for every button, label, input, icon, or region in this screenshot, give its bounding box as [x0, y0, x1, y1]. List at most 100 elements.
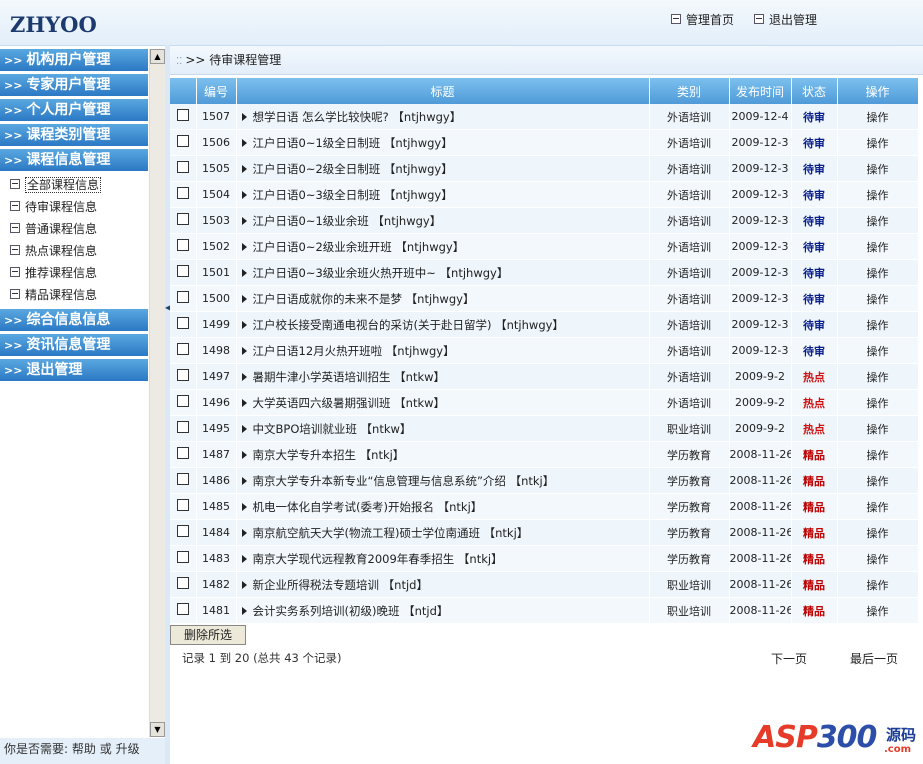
logout-link[interactable]: 退出管理 [754, 11, 817, 28]
sidebar-item-recommended-courses[interactable]: 推荐课程信息 [0, 262, 148, 284]
sidebar-item-all-courses[interactable]: 全部课程信息 [0, 174, 148, 196]
row-title-cell[interactable]: 南京大学专升本招生 【ntkj】 [236, 441, 650, 468]
row-checkbox[interactable] [176, 551, 189, 563]
row-title-cell[interactable]: 江户校长接受南通电视台的采访(关于赴日留学) 【ntjhwgy】 [236, 311, 650, 338]
row-title[interactable]: 大学英语四六级暑期强训班 【ntkw】 [253, 396, 446, 410]
row-checkbox[interactable] [176, 577, 189, 589]
row-title-cell[interactable]: 机电一体化自学考试(委考)开始报名 【ntkj】 [236, 493, 650, 520]
row-title[interactable]: 想学日语 怎么学比较快呢? 【ntjhwgy】 [253, 110, 462, 124]
row-action-link[interactable]: 操作 [837, 597, 919, 624]
row-checkbox[interactable] [176, 239, 189, 251]
sidebar-item-hot-courses[interactable]: 热点课程信息 [0, 240, 148, 262]
row-title-cell[interactable]: 江户日语0~2级全日制班 【ntjhwgy】 [236, 155, 650, 182]
sidebar-item-normal-courses[interactable]: 普通课程信息 [0, 218, 148, 240]
help-link[interactable]: 帮助 [72, 742, 96, 756]
row-title-cell[interactable]: 江户日语0~3级业余班火热开班中~ 【ntjhwgy】 [236, 259, 650, 286]
row-checkbox[interactable] [176, 421, 189, 433]
row-checkbox[interactable] [176, 473, 189, 485]
row-action-link[interactable]: 操作 [837, 441, 919, 468]
row-title[interactable]: 江户日语12月火热开班啦 【ntjhwgy】 [253, 344, 455, 358]
sidebar-category-general-info[interactable]: >> 综合信息信息 [0, 309, 148, 331]
row-title[interactable]: 江户日语0~3级全日制班 【ntjhwgy】 [253, 188, 453, 202]
row-action-link[interactable]: 操作 [837, 233, 919, 260]
row-action-link[interactable]: 操作 [837, 259, 919, 286]
row-title-cell[interactable]: 暑期牛津小学英语培训招生 【ntkw】 [236, 363, 650, 390]
row-action-link[interactable]: 操作 [837, 519, 919, 546]
delete-selected-button[interactable]: 删除所选 [170, 625, 246, 645]
row-title-cell[interactable]: 江户日语0~3级全日制班 【ntjhwgy】 [236, 181, 650, 208]
row-action-link[interactable]: 操作 [837, 285, 919, 312]
sidebar-category-logout[interactable]: >> 退出管理 [0, 359, 148, 381]
sidebar-category-personal-users[interactable]: >> 个人用户管理 [0, 99, 148, 121]
row-title[interactable]: 江户日语成就你的未来不是梦 【ntjhwgy】 [253, 292, 475, 306]
row-title[interactable]: 江户校长接受南通电视台的采访(关于赴日留学) 【ntjhwgy】 [253, 318, 564, 332]
row-title-cell[interactable]: 南京大学专升本新专业“信息管理与信息系统”介绍 【ntkj】 [236, 467, 650, 494]
scroll-down-arrow-icon[interactable]: ▼ [150, 722, 165, 737]
row-checkbox[interactable] [176, 213, 189, 225]
row-action-link[interactable]: 操作 [837, 129, 919, 156]
row-action-link[interactable]: 操作 [837, 311, 919, 338]
row-checkbox[interactable] [176, 161, 189, 173]
row-action-link[interactable]: 操作 [837, 155, 919, 182]
row-title-cell[interactable]: 新企业所得税法专题培训 【ntjd】 [236, 571, 650, 598]
row-title[interactable]: 南京航空航天大学(物流工程)硕士学位南通班 【ntkj】 [253, 526, 529, 540]
row-title-cell[interactable]: 江户日语0~1级业余班 【ntjhwgy】 [236, 207, 650, 234]
row-title[interactable]: 中文BPO培训就业班 【ntkw】 [253, 422, 412, 436]
row-checkbox[interactable] [176, 499, 189, 511]
row-title-cell[interactable]: 中文BPO培训就业班 【ntkw】 [236, 415, 650, 442]
row-title[interactable]: 江户日语0~2级业余班开班 【ntjhwgy】 [253, 240, 465, 254]
sidebar-scrollbar[interactable]: ▲ ▼ [149, 49, 165, 737]
row-checkbox[interactable] [176, 369, 189, 381]
last-page-link[interactable]: 最后一页 [850, 650, 898, 667]
row-checkbox[interactable] [176, 291, 189, 303]
sidebar-category-news-info[interactable]: >> 资讯信息管理 [0, 334, 148, 356]
row-title[interactable]: 南京大学现代远程教育2009年春季招生 【ntkj】 [253, 552, 503, 566]
row-title-cell[interactable]: 江户日语成就你的未来不是梦 【ntjhwgy】 [236, 285, 650, 312]
row-action-link[interactable]: 操作 [837, 181, 919, 208]
row-action-link[interactable]: 操作 [837, 571, 919, 598]
row-title[interactable]: 暑期牛津小学英语培训招生 【ntkw】 [253, 370, 446, 384]
row-action-link[interactable]: 操作 [837, 467, 919, 494]
sidebar-category-org-users[interactable]: >> 机构用户管理 [0, 49, 148, 71]
row-action-link[interactable]: 操作 [837, 337, 919, 364]
row-checkbox[interactable] [176, 603, 189, 615]
row-action-link[interactable]: 操作 [837, 545, 919, 572]
row-title[interactable]: 江户日语0~1级业余班 【ntjhwgy】 [253, 214, 442, 228]
row-checkbox[interactable] [176, 525, 189, 537]
row-title[interactable]: 南京大学专升本招生 【ntkj】 [253, 448, 405, 462]
row-title[interactable]: 会计实务系列培训(初级)晚班 【ntjd】 [253, 604, 449, 618]
upgrade-link[interactable]: 升级 [116, 742, 140, 756]
row-title-cell[interactable]: 想学日语 怎么学比较快呢? 【ntjhwgy】 [236, 104, 650, 130]
row-title-cell[interactable]: 会计实务系列培训(初级)晚班 【ntjd】 [236, 597, 650, 624]
row-title-cell[interactable]: 南京航空航天大学(物流工程)硕士学位南通班 【ntkj】 [236, 519, 650, 546]
row-title-cell[interactable]: 大学英语四六级暑期强训班 【ntkw】 [236, 389, 650, 416]
sidebar-category-expert-users[interactable]: >> 专家用户管理 [0, 74, 148, 96]
row-title-cell[interactable]: 南京大学现代远程教育2009年春季招生 【ntkj】 [236, 545, 650, 572]
row-checkbox[interactable] [176, 109, 189, 121]
scroll-up-arrow-icon[interactable]: ▲ [150, 49, 165, 64]
row-title[interactable]: 江户日语0~2级全日制班 【ntjhwgy】 [253, 162, 453, 176]
row-title-cell[interactable]: 江户日语0~2级业余班开班 【ntjhwgy】 [236, 233, 650, 260]
row-checkbox[interactable] [176, 187, 189, 199]
sidebar-item-pending-courses[interactable]: 待审课程信息 [0, 196, 148, 218]
row-checkbox[interactable] [176, 265, 189, 277]
sidebar-item-premium-courses[interactable]: 精品课程信息 [0, 284, 148, 306]
row-checkbox[interactable] [176, 317, 189, 329]
sidebar-category-course-types[interactable]: >> 课程类别管理 [0, 124, 148, 146]
row-action-link[interactable]: 操作 [837, 415, 919, 442]
row-action-link[interactable]: 操作 [837, 493, 919, 520]
next-page-link[interactable]: 下一页 [771, 650, 807, 667]
row-title[interactable]: 机电一体化自学考试(委考)开始报名 【ntkj】 [253, 500, 483, 514]
row-action-link[interactable]: 操作 [837, 389, 919, 416]
sidebar-category-course-info[interactable]: >> 课程信息管理 [0, 149, 148, 171]
admin-home-link[interactable]: 管理首页 [671, 11, 734, 28]
row-title[interactable]: 新企业所得税法专题培训 【ntjd】 [253, 578, 428, 592]
row-checkbox[interactable] [176, 395, 189, 407]
row-title[interactable]: 南京大学专升本新专业“信息管理与信息系统”介绍 【ntkj】 [253, 474, 555, 488]
row-title[interactable]: 江户日语0~1级全日制班 【ntjhwgy】 [253, 136, 453, 150]
row-title-cell[interactable]: 江户日语12月火热开班啦 【ntjhwgy】 [236, 337, 650, 364]
row-action-link[interactable]: 操作 [837, 104, 919, 130]
row-checkbox[interactable] [176, 135, 189, 147]
row-title[interactable]: 江户日语0~3级业余班火热开班中~ 【ntjhwgy】 [253, 266, 509, 280]
row-action-link[interactable]: 操作 [837, 207, 919, 234]
